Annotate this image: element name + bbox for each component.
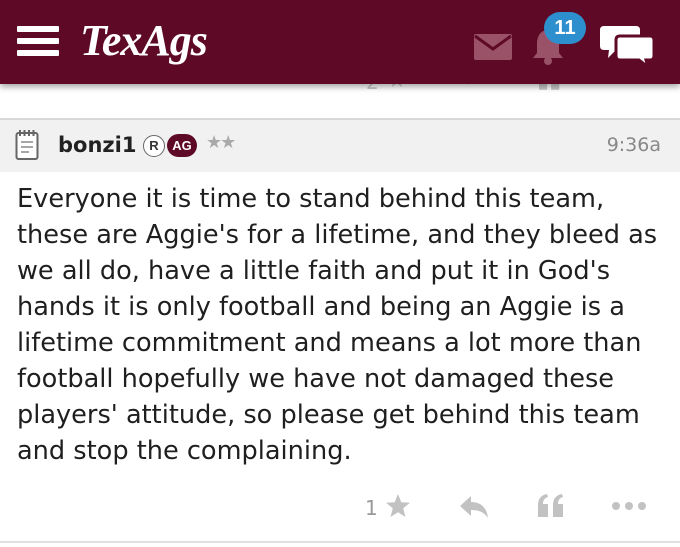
like-count: 1 xyxy=(365,496,378,520)
badge-ag: AG xyxy=(167,134,197,157)
user-stars: ★★ xyxy=(206,132,236,153)
notification-badge[interactable]: 11 xyxy=(544,12,586,44)
quote-icon[interactable] xyxy=(537,493,565,519)
more-icon[interactable] xyxy=(611,501,647,511)
reply-icon[interactable] xyxy=(459,494,489,520)
post-time: 9:36a xyxy=(606,134,661,156)
post-username[interactable]: bonzi1 xyxy=(58,133,136,157)
post-separator-bottom xyxy=(0,541,680,543)
hamburger-menu-icon[interactable] xyxy=(17,26,59,56)
site-logo[interactable]: TexAgs xyxy=(80,16,208,66)
star-icon[interactable] xyxy=(384,492,412,520)
post-actions: 1 xyxy=(0,486,680,530)
mail-icon[interactable] xyxy=(473,33,513,61)
chat-bubbles-icon[interactable] xyxy=(600,22,656,68)
top-header: TexAgs 11 xyxy=(0,0,680,84)
post-body: Everyone it is time to stand behind this… xyxy=(17,184,658,466)
notepad-icon[interactable] xyxy=(15,129,39,161)
post-header: bonzi1 R AG ★★ 9:36a xyxy=(0,120,680,172)
page: 2 ★ ↩ ▮▮ ••• TexAgs 11 xyxy=(0,0,680,547)
badge-r: R xyxy=(143,135,165,157)
